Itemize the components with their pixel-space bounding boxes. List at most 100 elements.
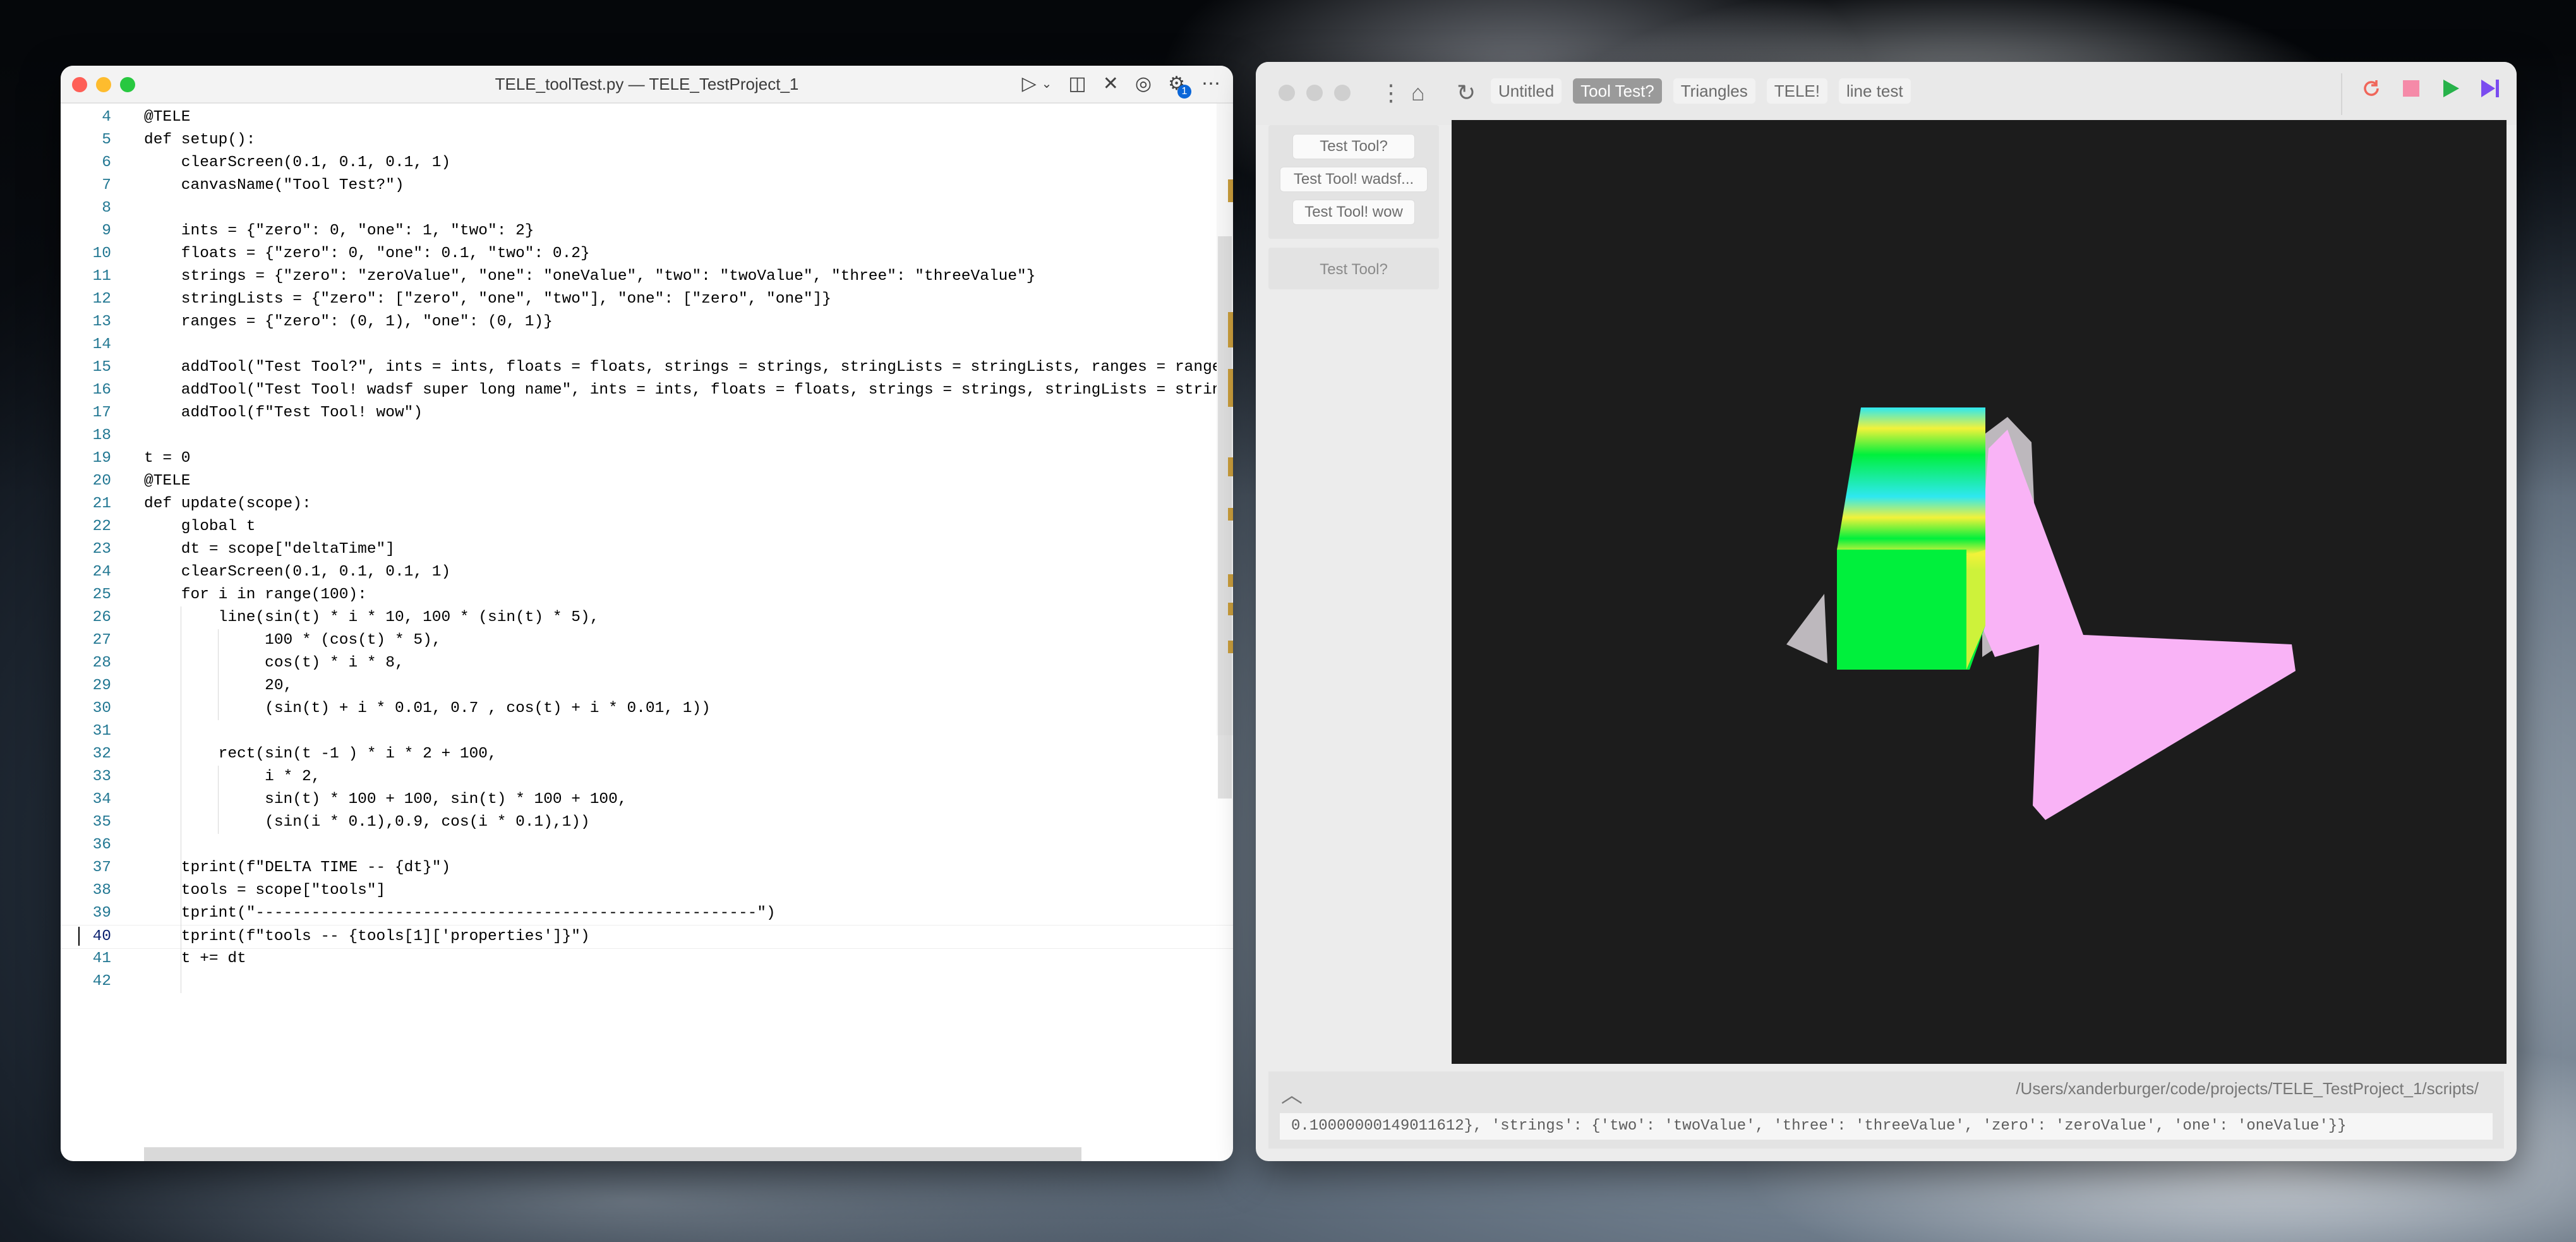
code-line[interactable]: 32 rect(sin(t -1 ) * i * 2 + 100, — [61, 743, 1233, 766]
code-line[interactable]: 31 — [61, 720, 1233, 743]
code-line[interactable]: 4 @TELE — [61, 106, 1233, 129]
code-line[interactable]: 38 tools = scope["tools"] — [61, 879, 1233, 902]
close-icon[interactable]: ✕ — [1103, 72, 1119, 96]
line-number: 33 — [92, 768, 111, 785]
code-area[interactable]: 4 @TELE 5 def setup(): 6 clearScreen(0.1, 0.… — [61, 104, 1233, 1161]
code-text: def setup(): — [144, 131, 256, 148]
code-text: tprint("--------------------------------… — [144, 905, 776, 922]
code-line[interactable]: 41 t += dt — [61, 948, 1233, 970]
code-line[interactable]: 22 global t — [61, 515, 1233, 538]
code-text: dt = scope["deltaTime"] — [144, 541, 395, 558]
zoom-window-button[interactable] — [1334, 85, 1351, 101]
code-line[interactable]: 27 100 * (cos(t) * 5), — [61, 629, 1233, 652]
more-icon[interactable]: ⋯ — [1201, 72, 1220, 96]
tool-button[interactable]: Test Tool? — [1292, 134, 1415, 159]
tab-tele[interactable]: TELE! — [1766, 78, 1827, 104]
horizontal-scrollbar[interactable] — [144, 1147, 1081, 1161]
code-line[interactable]: 13 ranges = {"zero": (0, 1), "one": (0, … — [61, 311, 1233, 334]
code-line[interactable]: 30 (sin(t) + i * 0.01, 0.7 , cos(t) + i … — [61, 697, 1233, 720]
home-icon[interactable]: ⌂ — [1411, 77, 1425, 109]
warning-marker — [1228, 457, 1233, 476]
code-line[interactable]: 19 t = 0 — [61, 447, 1233, 470]
chevron-up-icon[interactable]: ︿ — [1281, 1078, 1303, 1109]
line-number: 26 — [92, 609, 111, 626]
tab-triangles[interactable]: Triangles — [1673, 78, 1755, 104]
indent-guide — [218, 766, 219, 834]
code-line[interactable]: 14 — [61, 334, 1233, 356]
code-line[interactable]: 6 clearScreen(0.1, 0.1, 0.1, 1) — [61, 152, 1233, 174]
code-line[interactable]: 28 cos(t) * i * 8, — [61, 652, 1233, 675]
play-icon[interactable]: ▷ — [1022, 72, 1037, 96]
render-canvas[interactable] — [1452, 120, 2507, 1064]
line-number: 28 — [92, 654, 111, 672]
console-output[interactable]: 0.10000000149011612}, 'strings': {'two':… — [1280, 1113, 2493, 1140]
line-number: 7 — [102, 177, 111, 194]
chevron-down-icon[interactable]: ⌄ — [1042, 72, 1052, 96]
reload-icon[interactable]: ↻ — [1457, 77, 1476, 109]
code-text: line(sin(t) * i * 10, 100 * (sin(t) * 5)… — [144, 609, 599, 626]
divider — [2341, 73, 2342, 115]
tool-button[interactable]: Test Tool! wadsf... — [1280, 167, 1428, 192]
code-line[interactable]: 24 clearScreen(0.1, 0.1, 0.1, 1) — [61, 561, 1233, 584]
code-line[interactable]: 40 tprint(f"tools -- {tools[1]['properti… — [61, 925, 1233, 949]
line-number: 25 — [92, 586, 111, 603]
line-number: 20 — [92, 473, 111, 490]
code-line[interactable]: 35 (sin(i * 0.1),0.9, cos(i * 0.1),1)) — [61, 811, 1233, 834]
code-line[interactable]: 21 def update(scope): — [61, 493, 1233, 515]
code-line[interactable]: 25 for i in range(100): — [61, 584, 1233, 606]
code-line[interactable]: 18 — [61, 425, 1233, 447]
code-line[interactable]: 34 sin(t) * 100 + 100, sin(t) * 100 + 10… — [61, 788, 1233, 811]
code-line[interactable]: 33 i * 2, — [61, 766, 1233, 788]
code-line[interactable]: 10 floats = {"zero": 0, "one": 0.1, "two… — [61, 243, 1233, 265]
code-text: 100 * (cos(t) * 5), — [144, 632, 442, 649]
restart-icon[interactable] — [2360, 77, 2383, 100]
line-number: 21 — [92, 495, 111, 512]
account-icon[interactable]: ◎ — [1135, 72, 1152, 96]
play-icon[interactable] — [2440, 78, 2461, 99]
split-editor-icon[interactable]: ◫ — [1068, 72, 1086, 96]
code-text: (sin(i * 0.1),0.9, cos(i * 0.1),1)) — [144, 814, 590, 831]
code-line[interactable]: 7 canvasName("Tool Test?") — [61, 174, 1233, 197]
code-line[interactable]: 29 20, — [61, 675, 1233, 697]
code-line[interactable]: 11 strings = {"zero": "zeroValue", "one"… — [61, 265, 1233, 288]
code-line[interactable]: 15 addTool("Test Tool?", ints = ints, fl… — [61, 356, 1233, 379]
code-line[interactable]: 8 — [61, 197, 1233, 220]
close-window-button[interactable] — [1279, 85, 1295, 101]
warning-marker — [1228, 641, 1233, 653]
step-forward-icon[interactable] — [2479, 78, 2501, 99]
code-line[interactable]: 37 tprint(f"DELTA TIME -- {dt}") — [61, 857, 1233, 879]
code-line[interactable]: 36 — [61, 834, 1233, 857]
console-panel: ︿ /Users/xanderburger/code/projects/TELE… — [1268, 1071, 2504, 1149]
code-text: addTool("Test Tool! wadsf super long nam… — [144, 382, 1233, 399]
code-line[interactable]: 42 — [61, 970, 1233, 993]
vertical-scrollbar[interactable] — [1217, 104, 1233, 799]
pink-shape — [1976, 430, 2296, 820]
code-line[interactable]: 23 dt = scope["deltaTime"] — [61, 538, 1233, 561]
tool-button[interactable]: Test Tool! wow — [1292, 200, 1415, 225]
gear-icon[interactable]: ⚙ 1 — [1168, 72, 1191, 99]
app-toolbar: ⋮ ⌂ ↻ Untitled Tool Test? Triangles TELE! li… — [1256, 62, 2517, 125]
code-line[interactable]: 20 @TELE — [61, 470, 1233, 493]
line-number: 22 — [92, 518, 111, 535]
line-number: 39 — [92, 905, 111, 922]
tool-group-label[interactable]: Test Tool? — [1268, 256, 1439, 283]
line-number: 13 — [92, 313, 111, 330]
code-line[interactable]: 9 ints = {"zero": 0, "one": 1, "two": 2} — [61, 220, 1233, 243]
line-number: 41 — [92, 950, 111, 967]
tab-line-test[interactable]: line test — [1838, 78, 1911, 104]
code-line[interactable]: 17 addTool(f"Test Tool! wow") — [61, 402, 1233, 425]
tab-untitled[interactable]: Untitled — [1491, 78, 1562, 104]
code-line[interactable]: 16 addTool("Test Tool! wadsf super long … — [61, 379, 1233, 402]
settings-badge: 1 — [1177, 85, 1191, 99]
tools-group: Test Tool? Test Tool! wadsf... Test Tool! … — [1268, 125, 1439, 239]
tab-tool-test[interactable]: Tool Test? — [1573, 78, 1662, 104]
code-line[interactable]: 12 stringLists = {"zero": ["zero", "one"… — [61, 288, 1233, 311]
code-text: sin(t) * 100 + 100, sin(t) * 100 + 100, — [144, 791, 627, 808]
code-line[interactable]: 5 def setup(): — [61, 129, 1233, 152]
stop-icon[interactable] — [2400, 78, 2422, 99]
more-vertical-icon[interactable]: ⋮ — [1380, 77, 1402, 109]
tele-app-window: ⋮ ⌂ ↻ Untitled Tool Test? Triangles TELE! li… — [1256, 62, 2517, 1161]
code-line[interactable]: 39 tprint("-----------------------------… — [61, 902, 1233, 925]
code-line[interactable]: 26 line(sin(t) * i * 10, 100 * (sin(t) *… — [61, 606, 1233, 629]
minimize-window-button[interactable] — [1306, 85, 1323, 101]
